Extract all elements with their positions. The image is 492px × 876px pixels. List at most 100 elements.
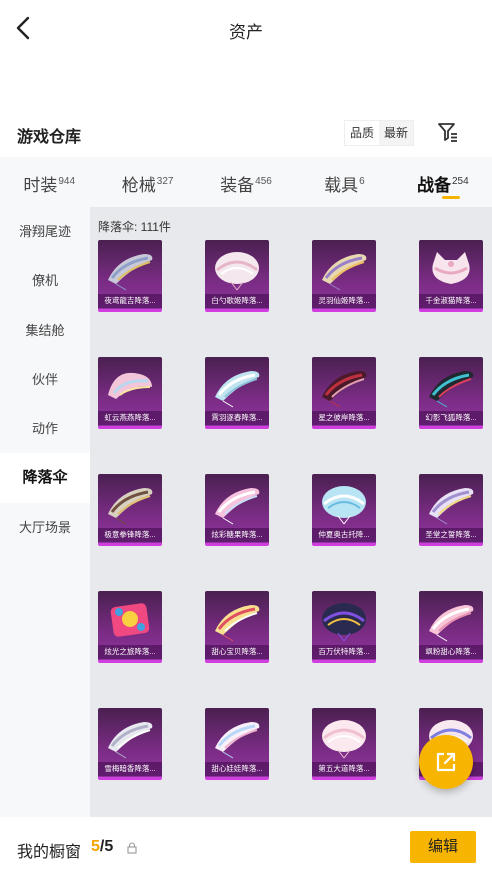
parachute-item-card[interactable]: 夜鸢龍吉降落...	[98, 240, 162, 312]
lock-icon	[127, 841, 137, 854]
top-bar: 资产	[0, 0, 492, 58]
sidebar-item-companion[interactable]: 伙伴	[0, 355, 90, 404]
parachute-item-card[interactable]: 第五大道降落...	[312, 708, 376, 780]
parachute-item-card[interactable]: 炫彩糖果降落...	[205, 474, 269, 546]
tab-label: 载具	[324, 176, 359, 195]
sidebar-item-glide-trail[interactable]: 滑翔尾迹	[0, 207, 90, 256]
parachute-item-card[interactable]: 千金淑猫降落...	[419, 240, 483, 312]
parachute-item-card[interactable]: 雪梅暗香降落...	[98, 708, 162, 780]
tab-count: 327	[156, 176, 174, 187]
tab-label: 装备	[220, 176, 255, 195]
tab-label: 枪械	[121, 176, 156, 195]
parachute-item-card[interactable]: 甜心娃娃降落...	[205, 708, 269, 780]
parachute-item-card[interactable]: 星之彼岸降落...	[312, 357, 376, 429]
page-title: 资产	[229, 23, 263, 42]
item-count-label: 降落伞: 111件	[98, 220, 171, 234]
tab-count: 254	[451, 176, 469, 187]
sort-quality-button[interactable]: 品质	[345, 121, 380, 145]
tab-equipment[interactable]: 装备456	[197, 157, 295, 207]
parachute-item-card[interactable]: 虹云燕燕降落...	[98, 357, 162, 429]
parachute-item-card[interactable]: 圣堂之誓降落...	[419, 474, 483, 546]
item-name-label: 第五大道降落...	[312, 762, 376, 776]
item-name-label: 极意拳锋降落...	[98, 528, 162, 542]
parachute-item-card[interactable]: 百万伏特降落...	[312, 591, 376, 663]
item-name-label: 百万伏特降落...	[312, 645, 376, 659]
parachute-image	[211, 248, 263, 292]
parachute-image	[318, 482, 370, 526]
sort-newest-button[interactable]: 最新	[379, 121, 413, 145]
parachute-image	[104, 716, 156, 760]
item-grid: 夜鸢龍吉降落... 白勺歌姬降落... 灵羽仙姬降落... 千金淑猫降落... 虹云燕燕…	[98, 240, 488, 780]
parachute-image	[425, 365, 477, 409]
parachute-item-card[interactable]: 仲夏奥古托降...	[312, 474, 376, 546]
warehouse-title: 游戏仓库	[17, 129, 82, 146]
parachute-image	[104, 599, 156, 643]
item-grid-area: 降落伞: 111件 夜鸢龍吉降落... 白勺歌姬降落... 灵羽仙姬降落... 千金淑…	[90, 207, 492, 817]
sidebar-item-wingman[interactable]: 僚机	[0, 256, 90, 305]
item-name-label: 灵羽仙姬降落...	[312, 294, 376, 308]
showcase-total: 5	[104, 838, 114, 855]
tab-vehicles[interactable]: 载具6	[295, 157, 393, 207]
item-name-label: 甜心宝贝降落...	[205, 645, 269, 659]
item-name-label: 甜心娃娃降落...	[205, 762, 269, 776]
subcategory-sidebar: 滑翔尾迹 僚机 集结舱 伙伴 动作 降落伞 大厅场景	[0, 207, 90, 817]
item-name-label: 雪梅暗香降落...	[98, 762, 162, 776]
parachute-item-card[interactable]: 霄羽逐春降落...	[205, 357, 269, 429]
item-name-label: 飒粉甜心降落...	[419, 645, 483, 659]
sidebar-item-lobby-scene[interactable]: 大厅场景	[0, 503, 90, 552]
sidebar-item-parachute[interactable]: 降落伞	[0, 453, 90, 503]
parachute-image	[104, 365, 156, 409]
share-button[interactable]	[419, 735, 473, 789]
item-name-label: 霄羽逐春降落...	[205, 411, 269, 425]
item-name-label: 仲夏奥古托降...	[312, 528, 376, 542]
tab-count: 6	[359, 176, 365, 187]
sidebar-item-assembly-pod[interactable]: 集结舱	[0, 306, 90, 355]
tab-label: 战备	[416, 176, 451, 195]
parachute-image	[211, 365, 263, 409]
showcase-label: 我的橱窗	[17, 844, 82, 861]
parachute-image	[211, 482, 263, 526]
tab-weapons[interactable]: 枪械327	[98, 157, 196, 207]
item-name-label: 白勺歌姬降落...	[205, 294, 269, 308]
parachute-image	[211, 716, 263, 760]
tab-active-underline	[441, 196, 460, 199]
tab-label: 时装	[23, 176, 58, 195]
item-name-label: 千金淑猫降落...	[419, 294, 483, 308]
parachute-item-card[interactable]: 白勺歌姬降落...	[205, 240, 269, 312]
showcase-count: 5/5	[91, 838, 113, 856]
parachute-image	[104, 248, 156, 292]
item-name-label: 炫彩糖果降落...	[205, 528, 269, 542]
category-tabs: 时装944 枪械327 装备456 载具6 战备254	[0, 157, 492, 207]
tab-combat-prep[interactable]: 战备254	[394, 157, 492, 207]
showcase-bar: 我的橱窗 5/5 编辑	[0, 817, 492, 876]
item-name-label: 幻影飞狐降落...	[419, 411, 483, 425]
warehouse-header: 游戏仓库 品质 最新	[0, 118, 492, 154]
item-name-label: 圣堂之誓降落...	[419, 528, 483, 542]
tab-fashion[interactable]: 时装944	[0, 157, 98, 207]
item-name-label: 星之彼岸降落...	[312, 411, 376, 425]
parachute-image	[318, 716, 370, 760]
parachute-image	[318, 248, 370, 292]
filter-icon[interactable]	[436, 120, 460, 144]
parachute-item-card[interactable]: 极意拳锋降落...	[98, 474, 162, 546]
parachute-item-card[interactable]: 灵羽仙姬降落...	[312, 240, 376, 312]
sidebar-item-emote[interactable]: 动作	[0, 404, 90, 453]
parachute-image	[104, 482, 156, 526]
item-name-label: 炫光之旅降落...	[98, 645, 162, 659]
parachute-item-card[interactable]: 幻影飞狐降落...	[419, 357, 483, 429]
parachute-image	[211, 599, 263, 643]
sort-toggle: 品质 最新	[344, 120, 415, 146]
parachute-image	[318, 599, 370, 643]
parachute-image	[425, 248, 477, 292]
parachute-image	[425, 482, 477, 526]
parachute-image	[318, 365, 370, 409]
parachute-item-card[interactable]: 飒粉甜心降落...	[419, 591, 483, 663]
showcase-current: 5	[91, 838, 100, 855]
parachute-item-card[interactable]: 炫光之旅降落...	[98, 591, 162, 663]
parachute-image	[425, 599, 477, 643]
share-out-icon	[436, 752, 456, 772]
parachute-item-card[interactable]: 甜心宝贝降落...	[205, 591, 269, 663]
item-name-label: 夜鸢龍吉降落...	[98, 294, 162, 308]
assets-page: 资产 游戏仓库 品质 最新 时装944 枪械327 装备456 载具6 战备25…	[0, 0, 492, 876]
edit-button[interactable]: 编辑	[410, 831, 476, 863]
